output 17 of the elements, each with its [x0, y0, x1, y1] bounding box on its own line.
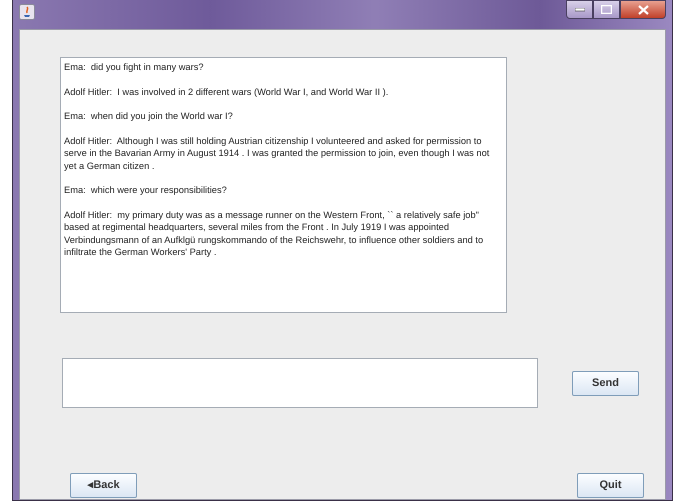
chat-message: Ema: when did you join the World war I? [64, 110, 234, 122]
quit-button[interactable]: Quit [577, 473, 644, 498]
close-button[interactable] [620, 0, 666, 19]
send-button[interactable]: Send [572, 371, 639, 396]
back-button[interactable]: ◂Back [70, 473, 137, 498]
app-icon [19, 4, 35, 20]
chat-message: Ema: which were your responsibilities? [64, 184, 228, 196]
chat-message: Adolf Hitler: Although I was still holding Austrian citizenship I volunteered and asked for permission to serve in the Bavarian Army in August 1914 . I was granted the permission to join, even though I was not yet a German citizen . [64, 134, 490, 172]
message-input-field[interactable] [62, 358, 538, 408]
minimize-button[interactable] [566, 0, 593, 19]
minimize-icon [574, 8, 584, 12]
chat-message: Adolf Hitler: I was involved in 2 different wars (World War I, and World War II ). [64, 86, 390, 98]
chat-message: Adolf Hitler: my primary duty was as a message runner on the Western Front, `` a relatively safe job" based at regimental headquarters, several miles from the Front . In July 1919 I was appointed Verbindungsmann of an Aufklgü rungskommando of the Reichswehr, to influence other soldiers and to infiltrate the German Workers' Party . [64, 208, 484, 258]
chat-message: Ema: did you fight in many wars? [64, 61, 205, 74]
maximize-button[interactable] [593, 0, 620, 19]
close-icon [638, 4, 648, 14]
maximize-icon [601, 5, 612, 14]
